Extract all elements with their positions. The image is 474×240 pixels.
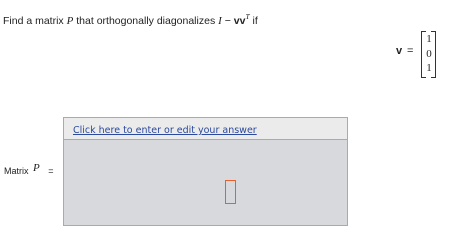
question-prefix: Find a matrix [3, 15, 67, 27]
answer-input-area[interactable]: Click here to enter or edit your answer [63, 117, 348, 226]
answer-matrix-symbol: P [33, 162, 40, 174]
answer-label: Matrix P = [4, 162, 54, 177]
question-middle: that orthogonally diagonalizes [73, 15, 219, 27]
answer-placeholder-box[interactable] [225, 180, 236, 204]
answer-label-text: Matrix [4, 166, 29, 176]
answer-equals: = [48, 166, 54, 176]
edit-answer-link[interactable]: Click here to enter or edit your answer [73, 125, 257, 136]
vector-name: v [396, 45, 403, 57]
answer-header: Click here to enter or edit your answer [64, 118, 347, 140]
vector-product: vv [233, 15, 246, 27]
question-text: Find a matrix P that orthogonally diagon… [3, 12, 258, 27]
vector-equals: = [407, 45, 414, 57]
question-suffix: if [249, 15, 258, 27]
minus-sign: − [221, 15, 234, 27]
right-bracket [431, 31, 436, 78]
